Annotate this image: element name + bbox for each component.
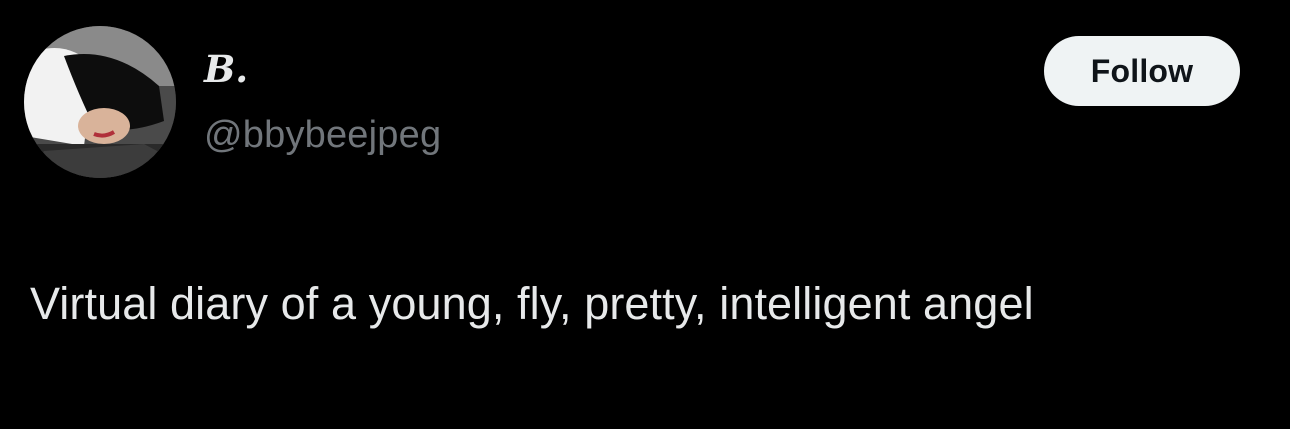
user-handle[interactable]: @bbybeejpeg xyxy=(204,110,441,160)
display-name[interactable]: B. xyxy=(204,46,248,92)
follow-button[interactable]: Follow xyxy=(1044,36,1240,106)
avatar[interactable] xyxy=(24,26,176,178)
profile-bio: Virtual diary of a young, fly, pretty, i… xyxy=(30,278,1034,329)
profile-header: B. @bbybeejpeg Follow xyxy=(0,0,1290,190)
avatar-image xyxy=(24,26,176,178)
